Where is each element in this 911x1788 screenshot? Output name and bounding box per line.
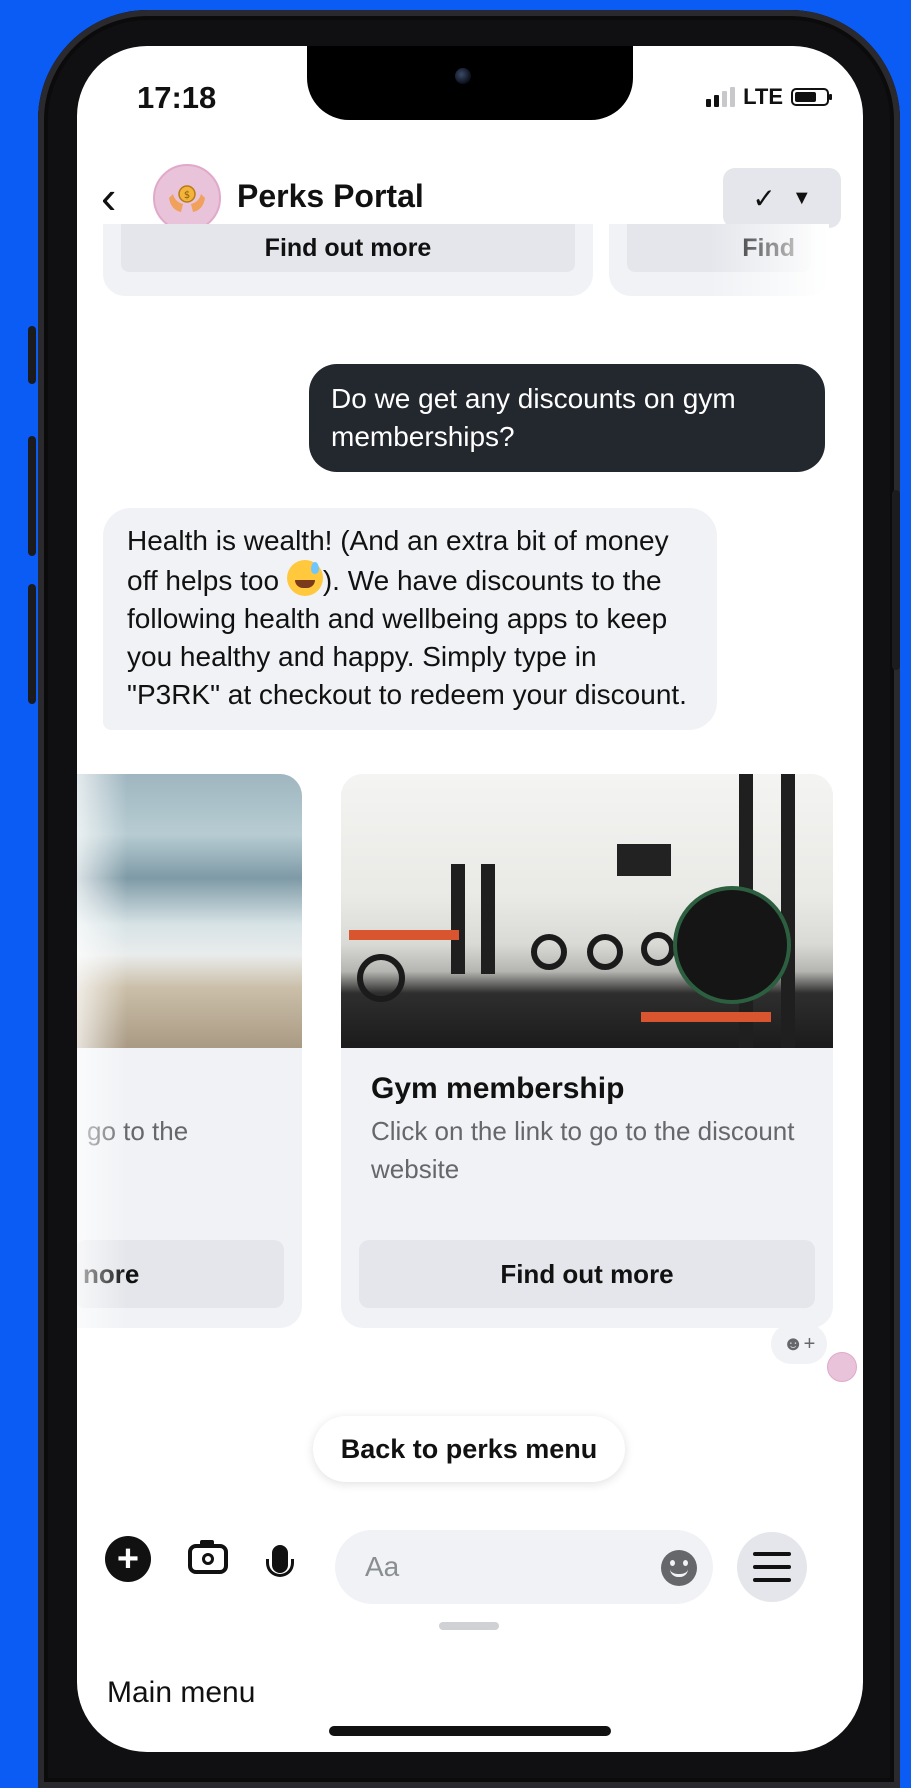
- svg-text:$: $: [184, 190, 190, 201]
- mute-switch: [28, 326, 36, 384]
- user-message: Do we get any discounts on gym membershi…: [309, 364, 825, 472]
- phone-screen: 17:18 LTE ‹ $ Perks Portal ✓ ▼ Find out …: [77, 46, 863, 1752]
- find-out-more-button-partial[interactable]: Find: [627, 224, 811, 272]
- add-reaction-icon[interactable]: ☻+: [771, 1324, 827, 1364]
- previous-card: Find out more: [103, 224, 593, 296]
- bot-message: Health is wealth! (And an extra bit of m…: [103, 508, 717, 730]
- message-composer: +: [77, 1516, 863, 1606]
- front-camera: [455, 68, 471, 84]
- previous-card-partial: Find: [609, 224, 829, 296]
- mark-done-button[interactable]: ✓ ▼: [723, 168, 841, 228]
- main-menu-label[interactable]: Main menu: [107, 1676, 255, 1710]
- chat-title: Perks Portal: [237, 178, 424, 214]
- menu-drag-handle[interactable]: [439, 1622, 499, 1630]
- battery-icon: [791, 88, 832, 106]
- bot-read-receipt-avatar: [827, 1352, 857, 1382]
- back-chevron-icon[interactable]: ‹: [101, 174, 116, 220]
- emoji-icon[interactable]: [661, 1550, 697, 1586]
- card-subtitle: Click on the link to go to the discount …: [371, 1116, 795, 1184]
- find-out-more-button[interactable]: Find out more: [121, 224, 575, 272]
- status-indicators: LTE: [706, 84, 832, 110]
- camera-icon[interactable]: [185, 1536, 231, 1582]
- grinning-sweat-emoji-icon: [286, 560, 323, 596]
- gym-image: [341, 774, 833, 1048]
- notch: [307, 46, 633, 120]
- carousel-card-partial[interactable]: go to the nore: [77, 774, 302, 1328]
- card-subtitle-partial: go to the: [87, 1116, 189, 1146]
- microphone-icon[interactable]: [257, 1536, 303, 1582]
- find-out-more-button-partial-left[interactable]: nore: [77, 1240, 284, 1308]
- network-type: LTE: [743, 84, 783, 109]
- signal-icon: [706, 87, 736, 107]
- home-indicator[interactable]: [329, 1726, 611, 1736]
- plus-icon[interactable]: +: [105, 1536, 151, 1582]
- volume-up-button: [28, 436, 36, 556]
- card-title: Gym membership: [371, 1072, 625, 1105]
- find-out-more-button-gym[interactable]: Find out more: [359, 1240, 815, 1308]
- message-input[interactable]: [335, 1530, 713, 1604]
- hands-coin-icon: $: [169, 185, 205, 212]
- volume-down-button: [28, 584, 36, 704]
- bot-avatar[interactable]: $: [153, 164, 221, 232]
- back-to-perks-menu-button[interactable]: Back to perks menu: [313, 1416, 625, 1482]
- checkmark-icon: ✓: [752, 182, 776, 214]
- power-button: [892, 490, 900, 670]
- beach-image: [77, 774, 302, 1048]
- carousel-card-gym[interactable]: Gym membership Click on the link to go t…: [341, 774, 833, 1328]
- menu-icon[interactable]: [737, 1532, 807, 1602]
- caret-down-icon: ▼: [791, 186, 812, 209]
- status-time: 17:18: [137, 80, 217, 115]
